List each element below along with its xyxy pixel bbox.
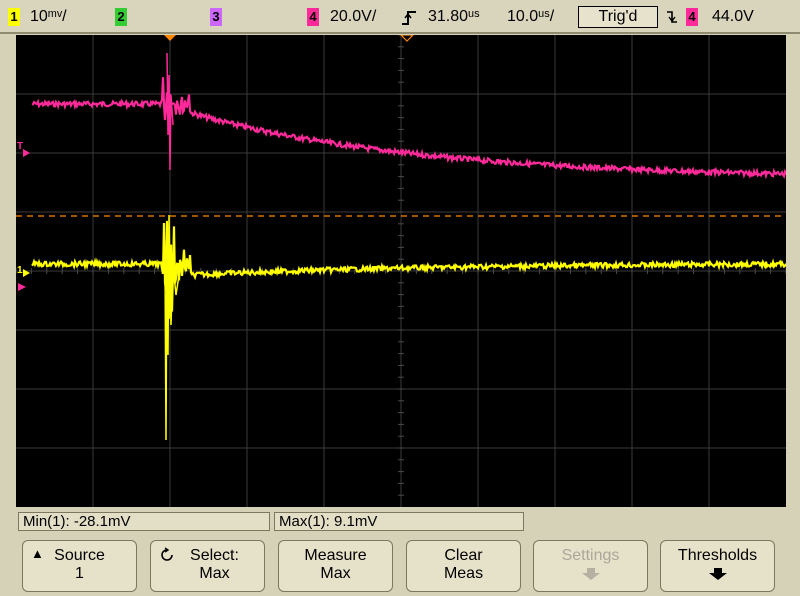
softkey-bar: ▲ Source 1 Select: Max Measure Max Clear… — [0, 536, 800, 596]
measurement-max: Max(1): 9.1mV — [274, 512, 524, 531]
ch4-offset-arrow — [18, 283, 26, 291]
channel-2-indicator[interactable]: 2 — [115, 8, 127, 26]
falling-slope-icon — [665, 9, 679, 25]
measurement-bar: Min(1): -28.1mV Max(1): 9.1mV — [0, 509, 800, 534]
ch1-trace — [31, 220, 786, 319]
channel-4-scale: 20.0V/ — [330, 8, 377, 25]
time-scale: 10.0ᵘˢ/ — [507, 8, 555, 25]
delay-marker — [400, 35, 414, 42]
softkey-value: Max — [199, 565, 230, 582]
source-softkey[interactable]: ▲ Source 1 — [22, 540, 137, 592]
oscilloscope-display: 1 10ᵐᵛ/ 2 3 4 20.0V/ 31.80ᵘˢ 10.0ᵘˢ/ Tri… — [0, 0, 800, 596]
trigger-status: Trig'd — [578, 6, 658, 28]
settings-softkey[interactable]: Settings — [533, 540, 648, 592]
channel-1-indicator[interactable]: 1 — [8, 8, 20, 26]
trigger-position-marker — [164, 35, 176, 41]
softkey-label: Thresholds — [677, 547, 758, 564]
softkey-label: Measure — [304, 547, 367, 564]
channel-3-indicator[interactable]: 3 — [210, 8, 222, 26]
thresholds-softkey[interactable]: Thresholds — [660, 540, 775, 592]
waveform-screen[interactable]: T 1 — [16, 35, 786, 507]
ch4-ground-marker: T — [17, 141, 24, 152]
channel-4-indicator[interactable]: 4 — [307, 8, 319, 26]
measurement-min: Min(1): -28.1mV — [18, 512, 270, 531]
softkey-value: 1 — [75, 565, 84, 582]
ch4-ground-arrow — [23, 149, 30, 157]
status-bar: 1 10ᵐᵛ/ 2 3 4 20.0V/ 31.80ᵘˢ 10.0ᵘˢ/ Tri… — [0, 0, 800, 34]
down-arrow-icon — [534, 567, 647, 585]
clear-meas-softkey[interactable]: Clear Meas — [406, 540, 521, 592]
softkey-value: Meas — [443, 565, 484, 582]
softkey-label: Settings — [561, 547, 620, 564]
softkey-label: Select: — [190, 547, 239, 564]
trigger-level: 44.0V — [712, 8, 754, 25]
waveform-graticule — [16, 35, 786, 507]
ch1-ground-marker: 1 — [17, 265, 23, 276]
ch1-ground-arrow — [23, 269, 30, 277]
down-arrow-icon — [661, 567, 774, 585]
select-softkey[interactable]: Select: Max — [150, 540, 265, 592]
softkey-label: Clear — [444, 547, 483, 564]
softkey-value: Max — [320, 565, 351, 582]
trigger-edge-icon — [400, 8, 418, 26]
ch4-trace — [31, 77, 786, 180]
softkey-label: Source — [54, 547, 105, 564]
trigger-source-indicator: 4 — [686, 8, 698, 26]
time-delay: 31.80ᵘˢ — [428, 8, 480, 25]
channel-1-scale: 10ᵐᵛ/ — [30, 8, 67, 25]
measure-softkey[interactable]: Measure Max — [278, 540, 393, 592]
